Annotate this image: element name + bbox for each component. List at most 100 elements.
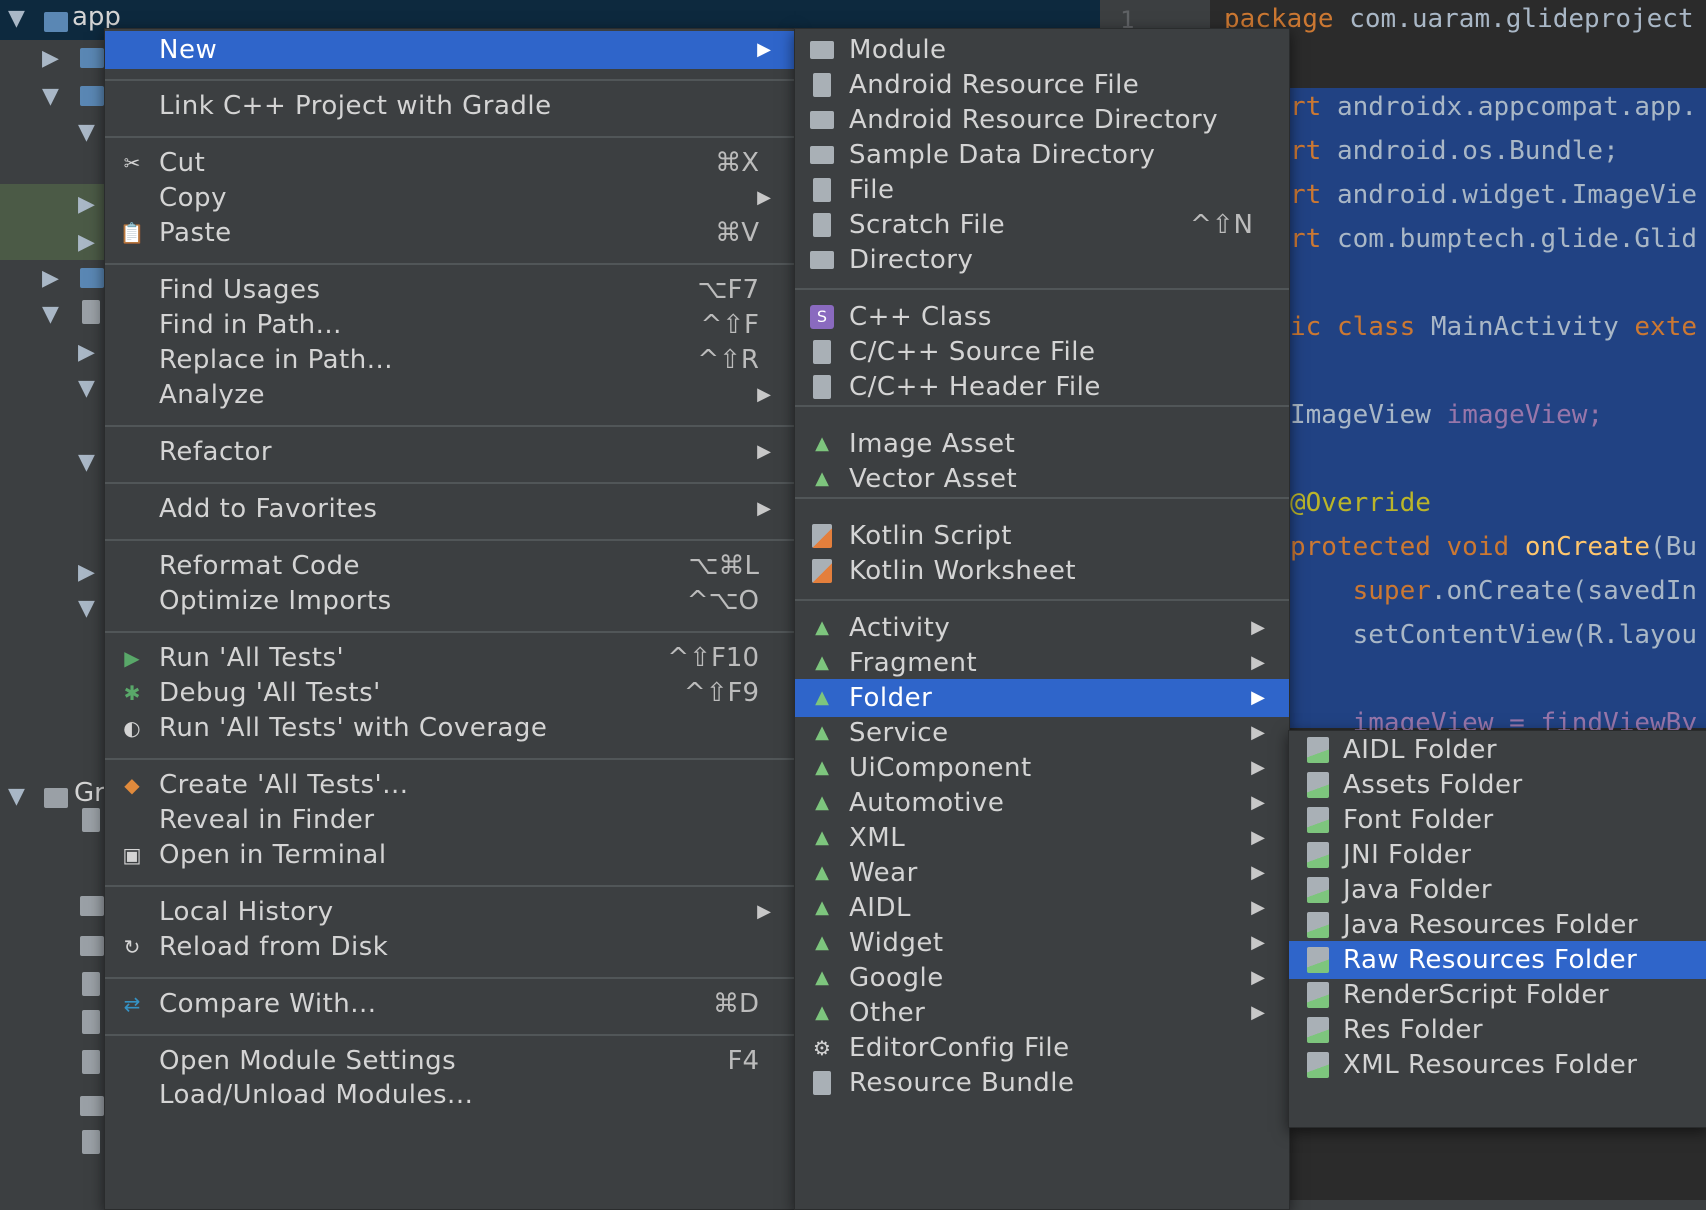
expand-arrow-icon[interactable]: ▼ xyxy=(78,450,95,475)
context-menu-item-load-unload-modules[interactable]: Load/Unload Modules... xyxy=(105,1076,795,1114)
new-menu-item-image-asset[interactable]: ▲ Image Asset xyxy=(795,425,1289,463)
new-menu-item-c-class[interactable]: S C++ Class xyxy=(795,298,1289,336)
new-menu-item-fragment[interactable]: ▲ Fragment ▶ xyxy=(795,644,1289,682)
collapse-arrow-icon[interactable]: ▶ xyxy=(78,230,95,255)
context-menu-item-optimize-imports[interactable]: Optimize Imports ^⌥O xyxy=(105,582,795,620)
collapse-arrow-icon[interactable]: ▶ xyxy=(78,340,95,365)
context-menu-item-link-c-project-with-gradle[interactable]: Link C++ Project with Gradle xyxy=(105,87,795,125)
context-menu-item-analyze[interactable]: Analyze ▶ xyxy=(105,376,795,414)
expand-arrow-icon[interactable]: ▼ xyxy=(78,120,95,145)
expand-arrow-icon[interactable]: ▼ xyxy=(78,376,95,401)
code-line: rt androidx.appcompat.app. xyxy=(1290,92,1697,122)
context-menu-item-local-history[interactable]: Local History ▶ xyxy=(105,893,795,931)
new-menu-item-other[interactable]: ▲ Other ▶ xyxy=(795,994,1289,1032)
android-icon: ▲ xyxy=(815,687,829,708)
new-menu-item-android-resource-directory[interactable]: Android Resource Directory xyxy=(795,101,1289,139)
android-folder-icon xyxy=(1305,807,1331,833)
expand-arrow-icon[interactable]: ▼ xyxy=(42,302,59,327)
context-menu-item-compare-with[interactable]: ⇄ Compare With... ⌘D xyxy=(105,985,795,1023)
folder-menu-item-font-folder[interactable]: Font Folder xyxy=(1289,801,1706,839)
context-menu-item-reformat-code[interactable]: Reformat Code ⌥⌘L xyxy=(105,547,795,585)
context-menu-item-refactor[interactable]: Refactor ▶ xyxy=(105,433,795,471)
collapse-arrow-icon[interactable]: ▶ xyxy=(78,560,95,585)
menu-item-label: C/C++ Header File xyxy=(849,372,1101,402)
new-menu-item-vector-asset[interactable]: ▲ Vector Asset xyxy=(795,460,1289,498)
code-line: rt android.os.Bundle; xyxy=(1290,136,1619,166)
expand-arrow-icon[interactable]: ▼ xyxy=(8,784,25,809)
folder-menu-item-java-resources-folder[interactable]: Java Resources Folder xyxy=(1289,906,1706,944)
folder-menu-item-assets-folder[interactable]: Assets Folder xyxy=(1289,766,1706,804)
context-menu-item-add-to-favorites[interactable]: Add to Favorites ▶ xyxy=(105,490,795,528)
new-menu-item-c-c-source-file[interactable]: C/C++ Source File xyxy=(795,333,1289,371)
new-menu-item-kotlin-script[interactable]: Kotlin Script xyxy=(795,517,1289,555)
menu-item-label: Copy xyxy=(159,183,227,213)
new-menu-item-kotlin-worksheet[interactable]: Kotlin Worksheet xyxy=(795,552,1289,590)
context-menu-item-paste[interactable]: 📋 Paste ⌘V xyxy=(105,214,795,252)
new-menu-item-wear[interactable]: ▲ Wear ▶ xyxy=(795,854,1289,892)
new-menu-item-widget[interactable]: ▲ Widget ▶ xyxy=(795,924,1289,962)
new-menu-item-xml[interactable]: ▲ XML ▶ xyxy=(795,819,1289,857)
new-menu-item-sample-data-directory[interactable]: Sample Data Directory xyxy=(795,136,1289,174)
expand-arrow-icon[interactable]: ▼ xyxy=(8,6,25,31)
new-menu-item-android-resource-file[interactable]: Android Resource File xyxy=(795,66,1289,104)
context-menu-item-replace-in-path[interactable]: Replace in Path... ^⇧R xyxy=(105,341,795,379)
context-menu-item-run-all-tests-with-coverage[interactable]: ◐ Run 'All Tests' with Coverage xyxy=(105,709,795,747)
menu-item-label: File xyxy=(849,175,895,205)
expand-arrow-icon[interactable]: ▼ xyxy=(78,596,95,621)
new-menu-item-c-c-header-file[interactable]: C/C++ Header File xyxy=(795,368,1289,406)
context-menu-item-find-usages[interactable]: Find Usages ⌥F7 xyxy=(105,271,795,309)
context-menu-item-create-all-tests[interactable]: ◆ Create 'All Tests'... xyxy=(105,766,795,804)
menu-item-label: Java Folder xyxy=(1343,875,1493,905)
new-menu-item-scratch-file[interactable]: Scratch File ^⇧N xyxy=(795,206,1289,244)
new-menu-item-activity[interactable]: ▲ Activity ▶ xyxy=(795,609,1289,647)
context-menu-item-cut[interactable]: ✂ Cut ⌘X xyxy=(105,144,795,182)
folder-menu-item-jni-folder[interactable]: JNI Folder xyxy=(1289,836,1706,874)
android-folder-icon xyxy=(1305,982,1331,1008)
submenu-arrow-icon: ▶ xyxy=(1251,862,1265,883)
menu-item-label: Compare With... xyxy=(159,989,377,1019)
context-menu-item-debug-all-tests[interactable]: ✱ Debug 'All Tests' ^⇧F9 xyxy=(105,674,795,712)
menu-item-shortcut: ^⇧R xyxy=(697,345,759,375)
new-menu-item-file[interactable]: File xyxy=(795,171,1289,209)
context-menu-item-new[interactable]: New ▶ xyxy=(105,31,795,69)
file-icon xyxy=(82,1010,100,1034)
folder-menu-item-raw-resources-folder[interactable]: Raw Resources Folder xyxy=(1289,941,1706,979)
context-menu-item-copy[interactable]: Copy ▶ xyxy=(105,179,795,217)
folder-menu-item-xml-resources-folder[interactable]: XML Resources Folder xyxy=(1289,1046,1706,1084)
context-menu-item-open-module-settings[interactable]: Open Module Settings F4 xyxy=(105,1042,795,1080)
menu-item-label: Load/Unload Modules... xyxy=(159,1080,474,1110)
menu-item-label: Cut xyxy=(159,148,206,178)
context-menu-item-reload-from-disk[interactable]: ↻ Reload from Disk xyxy=(105,928,795,966)
gradle-scripts-label[interactable]: Gr xyxy=(74,778,105,808)
new-menu-item-resource-bundle[interactable]: Resource Bundle xyxy=(795,1064,1289,1102)
new-menu-item-automotive[interactable]: ▲ Automotive ▶ xyxy=(795,784,1289,822)
new-menu-item-folder[interactable]: ▲ Folder ▶ xyxy=(795,679,1289,717)
folder-menu-item-res-folder[interactable]: Res Folder xyxy=(1289,1011,1706,1049)
collapse-arrow-icon[interactable]: ▶ xyxy=(78,192,95,217)
new-menu-item-module[interactable]: Module xyxy=(795,31,1289,69)
context-menu-item-find-in-path[interactable]: Find in Path... ^⇧F xyxy=(105,306,795,344)
new-menu-item-aidl[interactable]: ▲ AIDL ▶ xyxy=(795,889,1289,927)
android-folder-icon xyxy=(1305,877,1331,903)
code-line: rt com.bumptech.glide.Glid xyxy=(1290,224,1697,254)
collapse-arrow-icon[interactable]: ▶ xyxy=(42,266,59,291)
new-menu-item-editorconfig-file[interactable]: ⚙ EditorConfig File xyxy=(795,1029,1289,1067)
new-menu-item-uicomponent[interactable]: ▲ UiComponent ▶ xyxy=(795,749,1289,787)
context-menu-item-open-in-terminal[interactable]: ▣ Open in Terminal xyxy=(105,836,795,874)
menu-separator xyxy=(105,758,795,760)
menu-item-label: Automotive xyxy=(849,788,1005,818)
folder-menu-item-aidl-folder[interactable]: AIDL Folder xyxy=(1289,731,1706,769)
context-menu-item-run-all-tests[interactable]: ▶ Run 'All Tests' ^⇧F10 xyxy=(105,639,795,677)
expand-arrow-icon[interactable]: ▼ xyxy=(42,84,59,109)
new-menu-item-google[interactable]: ▲ Google ▶ xyxy=(795,959,1289,997)
reload-icon: ↻ xyxy=(123,935,141,959)
folder-menu-item-renderscript-folder[interactable]: RenderScript Folder xyxy=(1289,976,1706,1014)
context-menu-item-reveal-in-finder[interactable]: Reveal in Finder xyxy=(105,801,795,839)
collapse-arrow-icon[interactable]: ▶ xyxy=(42,46,59,71)
code-line: package com.uaram.glideproject xyxy=(1224,4,1694,34)
menu-item-label: New xyxy=(159,35,218,65)
new-menu-item-directory[interactable]: Directory xyxy=(795,241,1289,279)
new-menu-item-service[interactable]: ▲ Service ▶ xyxy=(795,714,1289,752)
menu-item-label: Run 'All Tests' with Coverage xyxy=(159,713,548,743)
folder-menu-item-java-folder[interactable]: Java Folder xyxy=(1289,871,1706,909)
